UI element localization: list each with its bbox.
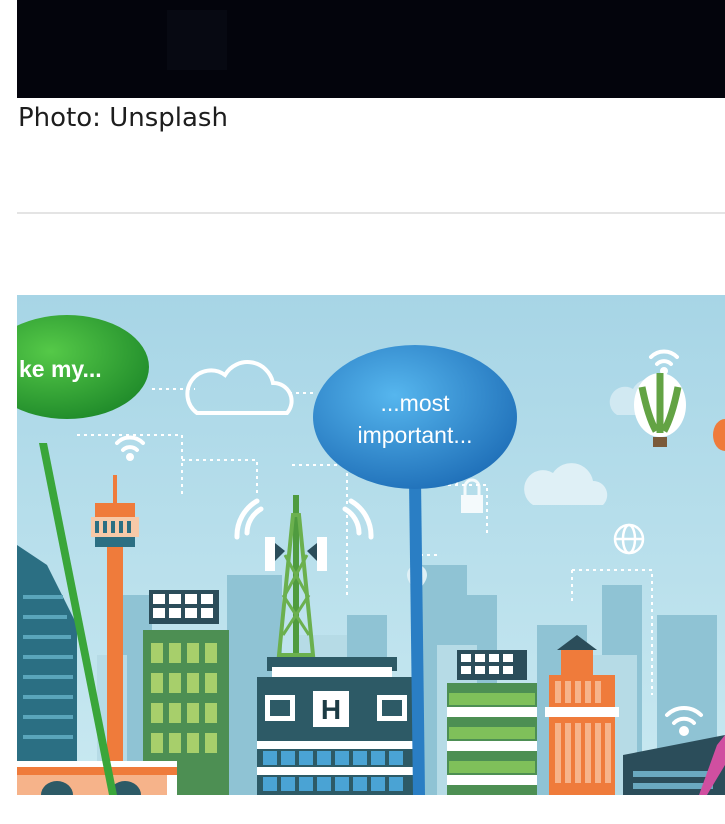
bubble-center-line2: important... bbox=[357, 422, 472, 448]
smart-city-illustration: H ke my... ...most important... bbox=[17, 295, 725, 795]
bubble-center-line1: ...most bbox=[380, 390, 450, 416]
bottom-left-facade bbox=[17, 761, 177, 795]
speech-bubble-blue: ...most important... bbox=[313, 345, 517, 489]
section-divider bbox=[17, 212, 725, 214]
dark-photo-graphic bbox=[17, 0, 725, 98]
header-photo bbox=[17, 0, 725, 98]
smart-city-graphic: H ke my... ...most important... bbox=[17, 295, 725, 795]
bubble-left-text: ke my... bbox=[19, 356, 102, 382]
hospital-building: H bbox=[257, 657, 417, 795]
hospital-sign: H bbox=[321, 694, 341, 725]
terrace-building bbox=[447, 650, 537, 795]
photo-caption: Photo: Unsplash bbox=[18, 103, 228, 133]
